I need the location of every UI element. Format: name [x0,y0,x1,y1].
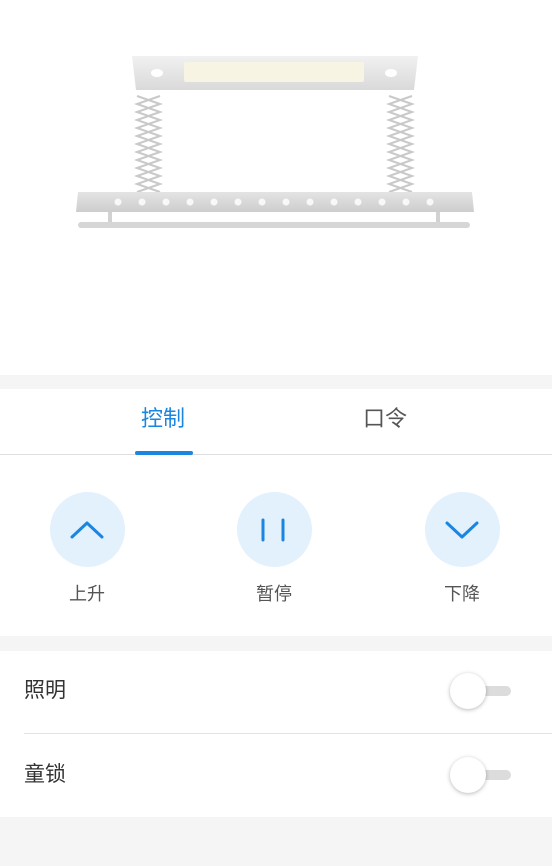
lighting-row: 照明 [0,651,552,734]
pause-icon [261,518,285,541]
settings-list: 照明 童锁 [0,651,552,817]
raise-button[interactable]: 上升 [37,492,137,606]
raise-label: 上升 [69,584,105,605]
divider [24,733,552,734]
lighting-label: 照明 [24,678,66,702]
child-lock-row: 童锁 [0,735,552,817]
clothes-rack-illustration [76,56,474,228]
lighting-toggle-knob[interactable] [450,673,486,709]
pause-button[interactable]: 暂停 [224,492,324,606]
pause-label: 暂停 [256,584,292,605]
tab-control[interactable]: 控制 [93,389,233,454]
raise-circle[interactable] [49,492,125,567]
lighting-toggle[interactable] [450,673,512,709]
lower-label: 下降 [444,584,480,605]
pause-circle[interactable] [236,492,312,567]
child-lock-label: 童锁 [24,762,66,786]
mode-tabs: 控制 口令 [0,389,552,455]
chevron-down-icon [445,521,479,538]
child-lock-toggle-knob[interactable] [450,757,486,793]
lower-button[interactable]: 下降 [412,492,512,606]
child-lock-toggle[interactable] [450,757,512,793]
device-illustration-area [0,0,552,375]
lower-circle[interactable] [424,492,500,567]
rack-controls: 上升 暂停 下降 [0,455,552,636]
chevron-up-icon [70,521,104,538]
tab-voice-command[interactable]: 口令 [315,389,455,454]
